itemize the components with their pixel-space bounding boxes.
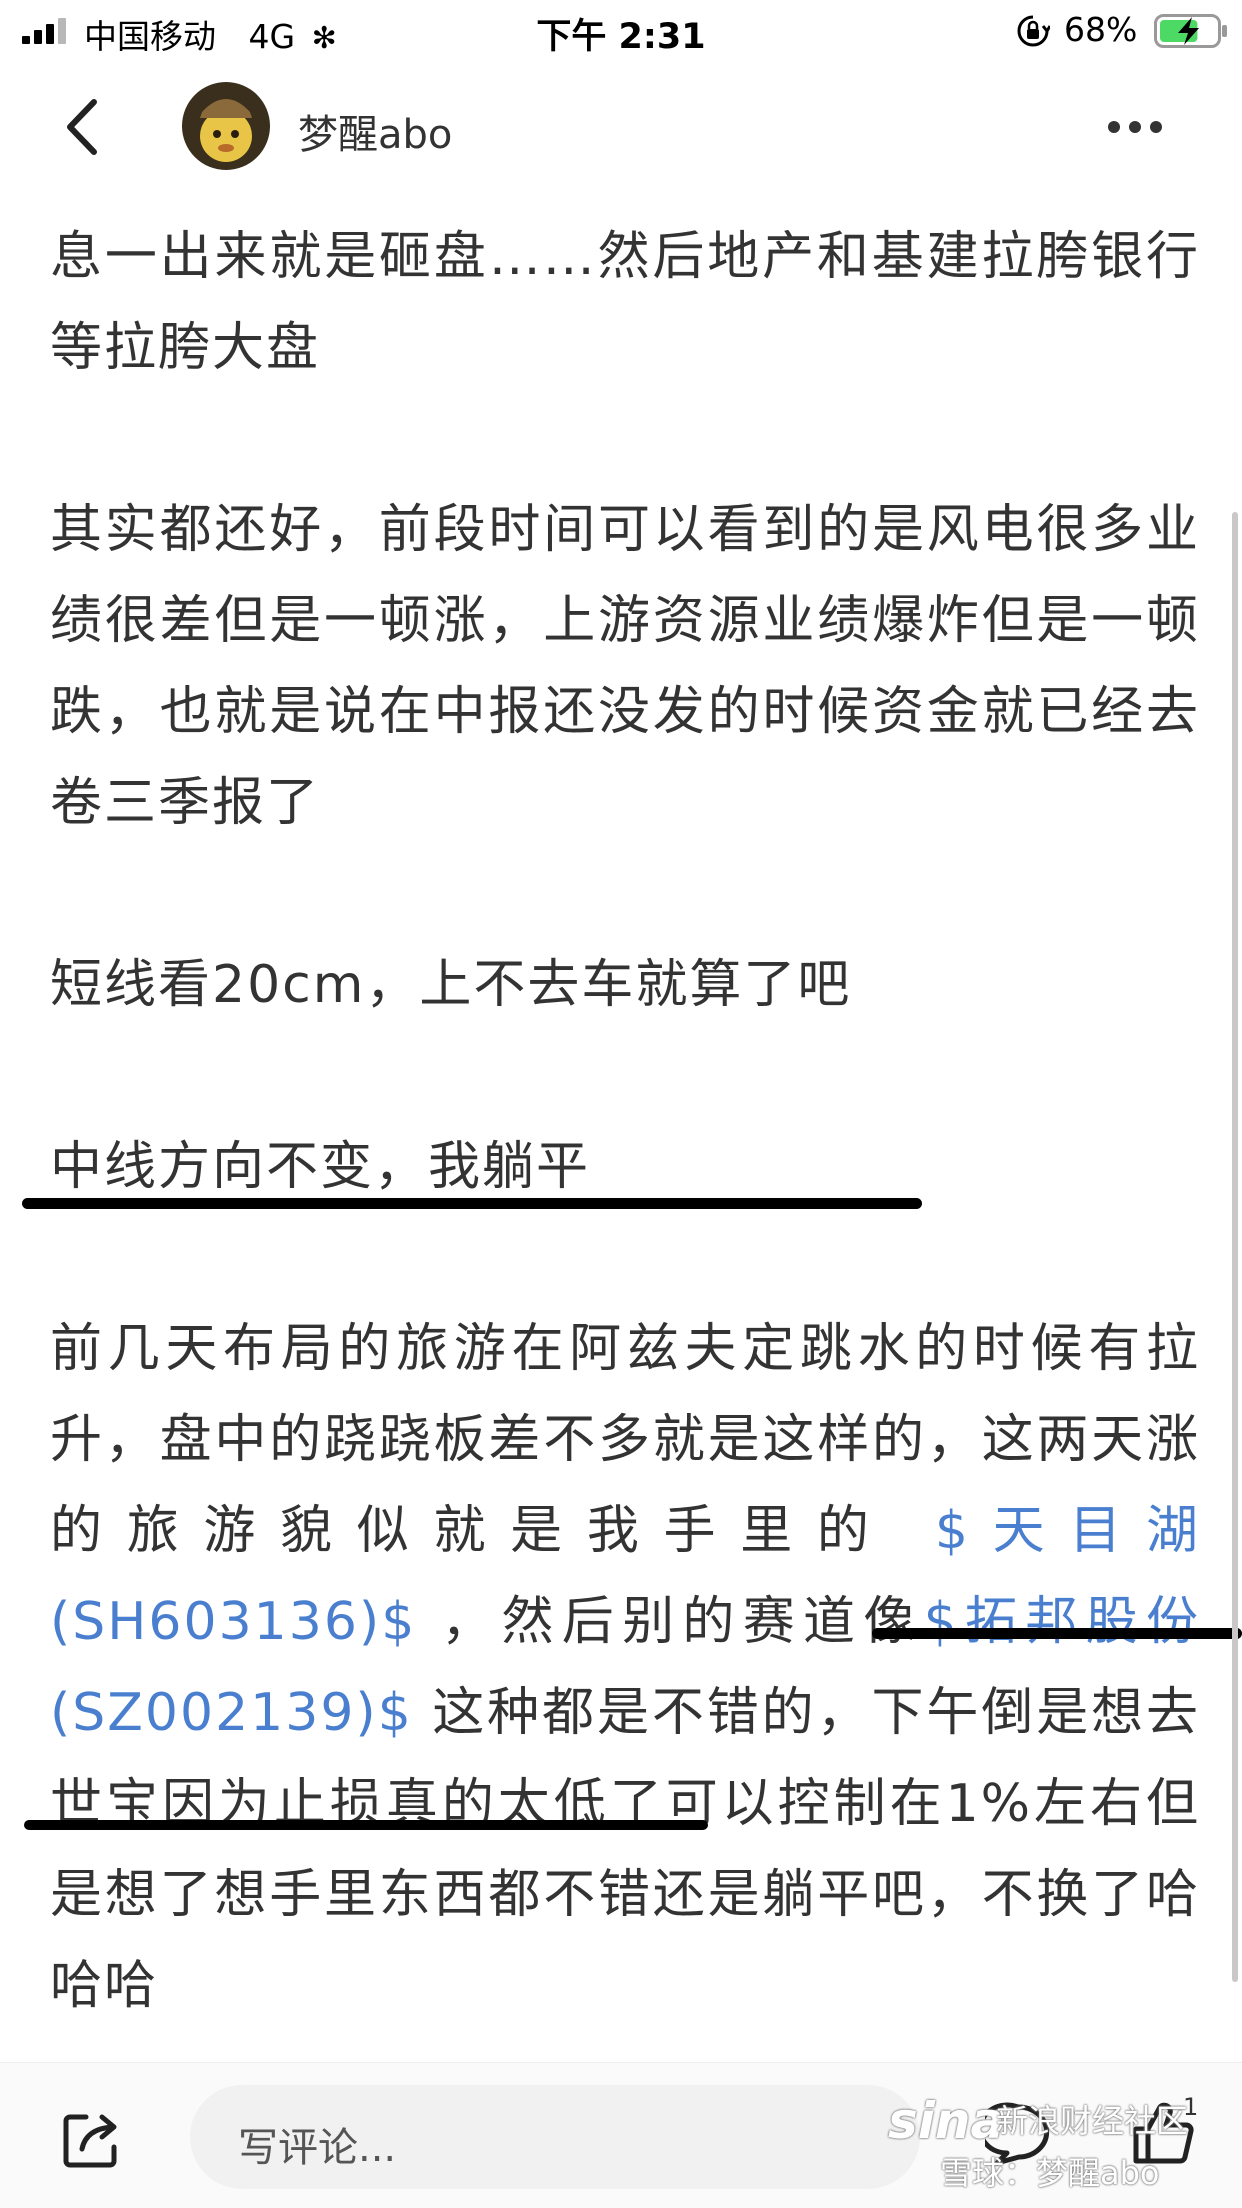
watermark-line-2: 雪球：梦醒abo [940, 2154, 1160, 2192]
more-options-icon[interactable] [1100, 102, 1170, 152]
watermark: sina 新浪财经社区 雪球：梦醒abo [888, 2090, 1228, 2200]
status-bar: 中国移动 4G ✻ 下午 2:31 68% [0, 0, 1242, 62]
paragraph-3: 短线看20cm，上不去车就算了吧 [50, 955, 852, 1015]
sina-logo: sina [888, 2092, 1005, 2150]
underline-mark-3 [24, 1820, 708, 1830]
paragraph-5-text-2: ，然后别的赛道像 [416, 1592, 924, 1652]
back-button[interactable] [50, 92, 120, 162]
underline-mark-1 [22, 1198, 922, 1209]
author-name[interactable]: 梦醒abo [298, 102, 452, 160]
comment-input[interactable]: 写评论... [190, 2085, 920, 2189]
clock: 下午 2:31 [536, 17, 706, 57]
paragraph-1: 息一出来就是砸盘……然后地产和基建拉胯银行等拉胯大盘 [50, 227, 1200, 378]
paragraph-2: 其实都还好，前段时间可以看到的是风电很多业绩很差但是一顿涨，上游资源业绩爆炸但是… [50, 500, 1200, 833]
battery-percent: 68% [1064, 10, 1138, 49]
nav-bar: 梦醒abo [0, 62, 1242, 192]
post-body: 息一出来就是砸盘……然后地产和基建拉胯银行等拉胯大盘 其实都还好，前段时间可以看… [50, 212, 1200, 2123]
battery-charging-icon [1154, 14, 1227, 48]
orientation-lock-icon [1017, 15, 1050, 47]
avatar-image [182, 82, 270, 170]
share-icon[interactable] [60, 2107, 124, 2171]
scrollbar[interactable] [1232, 512, 1238, 1982]
watermark-line-1: 新浪财经社区 [996, 2102, 1189, 2140]
paragraph-5: 前几天布局的旅游在阿兹夫定跳水的时候有拉升，盘中的跷跷板差不多就是这样的，这两天… [50, 1304, 1200, 2032]
avatar[interactable] [182, 82, 270, 170]
underline-mark-2 [872, 1628, 1242, 1639]
comment-placeholder: 写评论... [238, 2125, 397, 2171]
